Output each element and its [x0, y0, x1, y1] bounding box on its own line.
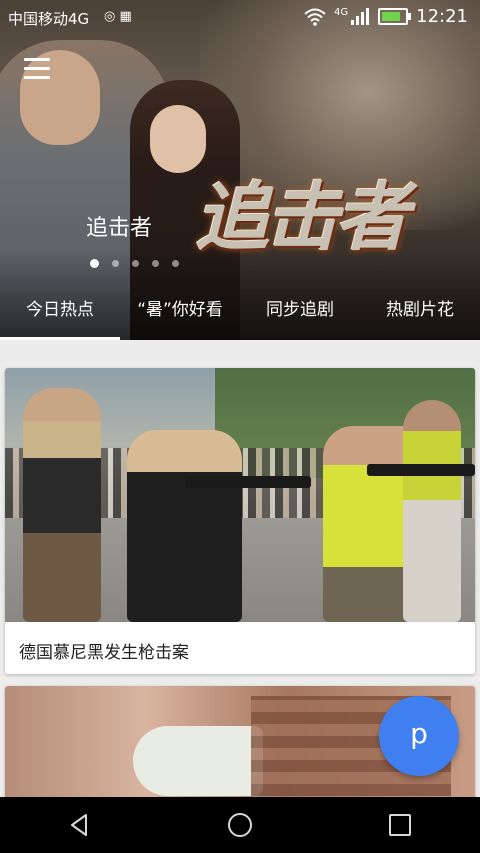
home-button[interactable] — [210, 805, 270, 845]
network-type-label: 4G — [334, 7, 349, 18]
recents-button[interactable] — [370, 805, 430, 845]
menu-bar — [24, 76, 50, 79]
wifi-icon — [304, 8, 326, 26]
back-button[interactable] — [50, 805, 110, 845]
carousel-dot[interactable] — [132, 260, 139, 267]
carousel-dot[interactable] — [112, 260, 119, 267]
carrier-label: 中国移动4G — [8, 10, 90, 28]
tab-3[interactable]: 热剧片花 — [360, 288, 480, 340]
home-circle-icon — [228, 813, 252, 837]
tab-0[interactable]: 今日热点 — [0, 288, 120, 340]
image-officer — [23, 388, 101, 622]
carousel-dot[interactable] — [172, 260, 179, 267]
menu-bar — [24, 67, 50, 70]
news-card[interactable]: 德国慕尼黑发生枪击案 — [5, 368, 475, 674]
hero-caption: 追击者 — [86, 216, 153, 241]
image-officer — [127, 430, 242, 622]
back-triangle-icon — [71, 814, 87, 836]
tab-2[interactable]: 同步追剧 — [240, 288, 360, 340]
notification-icons: ◎ ▦ — [104, 9, 132, 24]
carousel-indicator — [90, 259, 179, 268]
tab-1[interactable]: “暑”你好看 — [120, 288, 240, 340]
battery-icon — [378, 8, 412, 25]
system-nav-bar — [0, 797, 480, 853]
signal-icon — [351, 7, 370, 25]
menu-icon[interactable] — [24, 58, 50, 80]
clock: 12:21 — [416, 6, 468, 27]
carousel-dot[interactable] — [90, 259, 99, 268]
image-cloth — [133, 726, 263, 796]
image-rifle — [185, 476, 311, 488]
menu-bar — [24, 58, 50, 61]
hero-actor-woman-face — [150, 105, 206, 173]
news-card-image — [5, 368, 475, 622]
status-bar: 中国移动4G ◎ ▦ 4G 12:21 — [0, 0, 480, 34]
category-tabs: 今日热点 “暑”你好看 同步追剧 热剧片花 — [0, 288, 480, 340]
image-rifle — [367, 464, 475, 476]
carousel-dot[interactable] — [152, 260, 159, 267]
status-right: 4G 12:21 — [304, 6, 468, 27]
image-officer — [403, 400, 461, 622]
news-card-title: 德国慕尼黑发生枪击案 — [19, 643, 189, 663]
recents-square-icon — [389, 814, 411, 836]
floating-action-button[interactable]: p — [379, 696, 459, 776]
battery-level — [382, 12, 400, 21]
